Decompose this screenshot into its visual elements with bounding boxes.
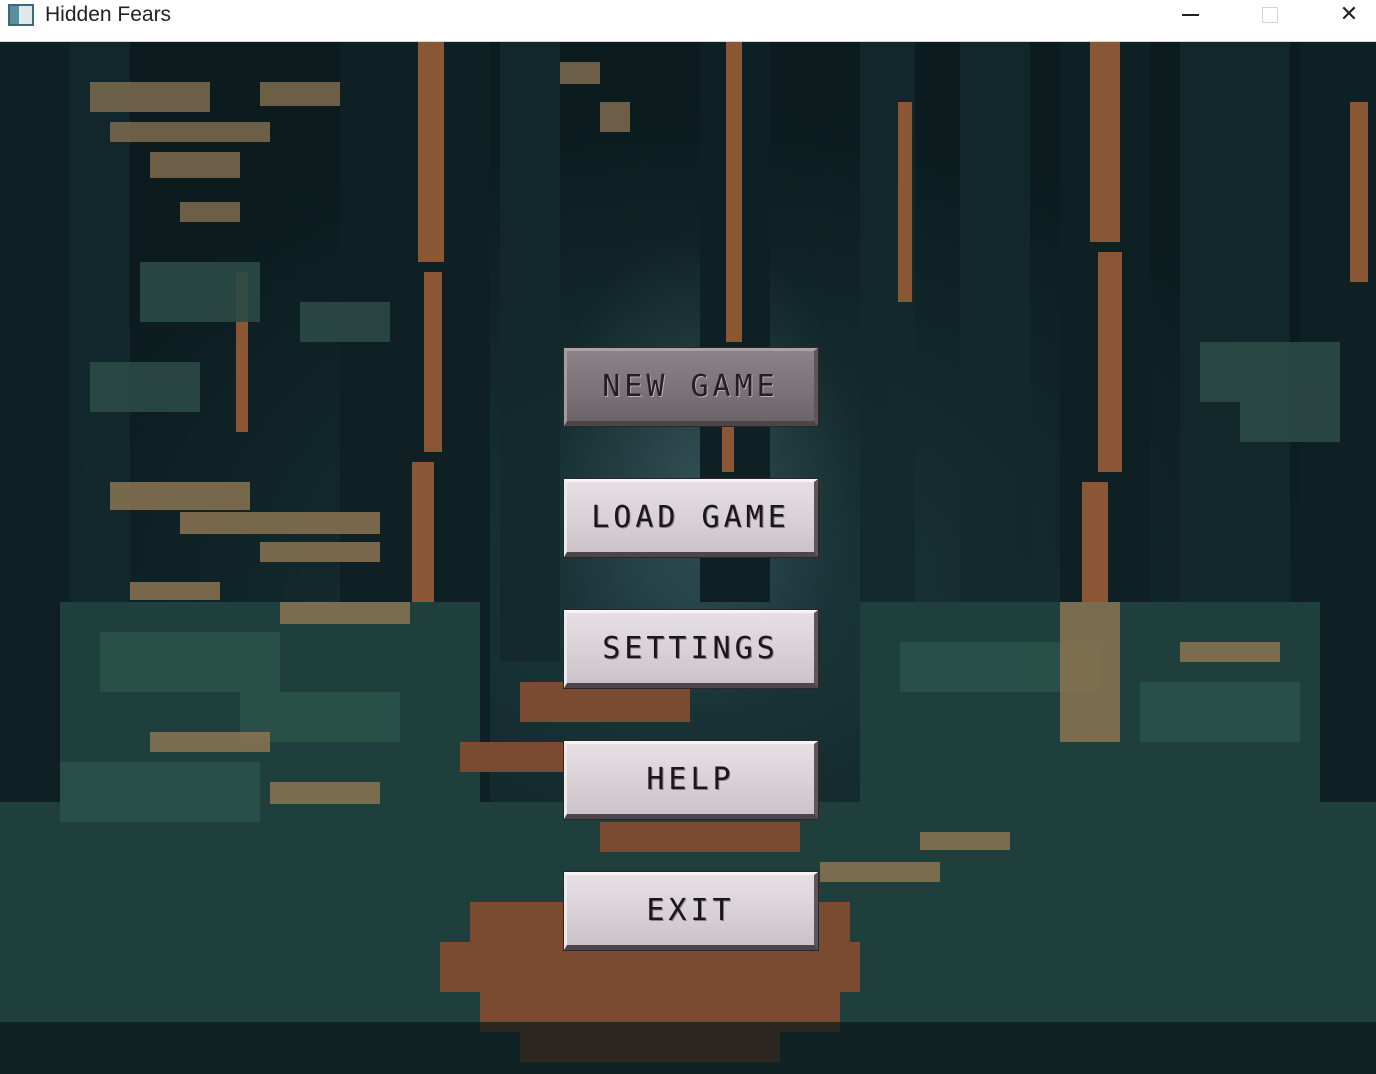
maximize-button [1230, 0, 1308, 32]
new-game-button[interactable]: NEW GAME [563, 347, 819, 427]
title-bar[interactable]: Hidden Fears ✕ [0, 0, 1376, 42]
main-menu: NEW GAME LOAD GAME SETTINGS HELP EXIT [0, 42, 1376, 1074]
help-button[interactable]: HELP [563, 740, 819, 820]
minimize-icon [1182, 14, 1199, 16]
app-window-icon [8, 4, 34, 26]
minimize-button[interactable] [1152, 0, 1230, 32]
game-window: Hidden Fears ✕ NEW GAME LOAD GAME SETTIN… [0, 0, 1376, 1074]
forest-background: NEW GAME LOAD GAME SETTINGS HELP EXIT [0, 42, 1376, 1074]
close-button[interactable]: ✕ [1310, 0, 1376, 32]
window-title: Hidden Fears [45, 3, 172, 26]
settings-button[interactable]: SETTINGS [563, 609, 819, 689]
exit-button[interactable]: EXIT [563, 871, 819, 951]
close-icon: ✕ [1339, 2, 1359, 27]
maximize-icon [1262, 7, 1278, 23]
load-game-button[interactable]: LOAD GAME [563, 478, 819, 558]
